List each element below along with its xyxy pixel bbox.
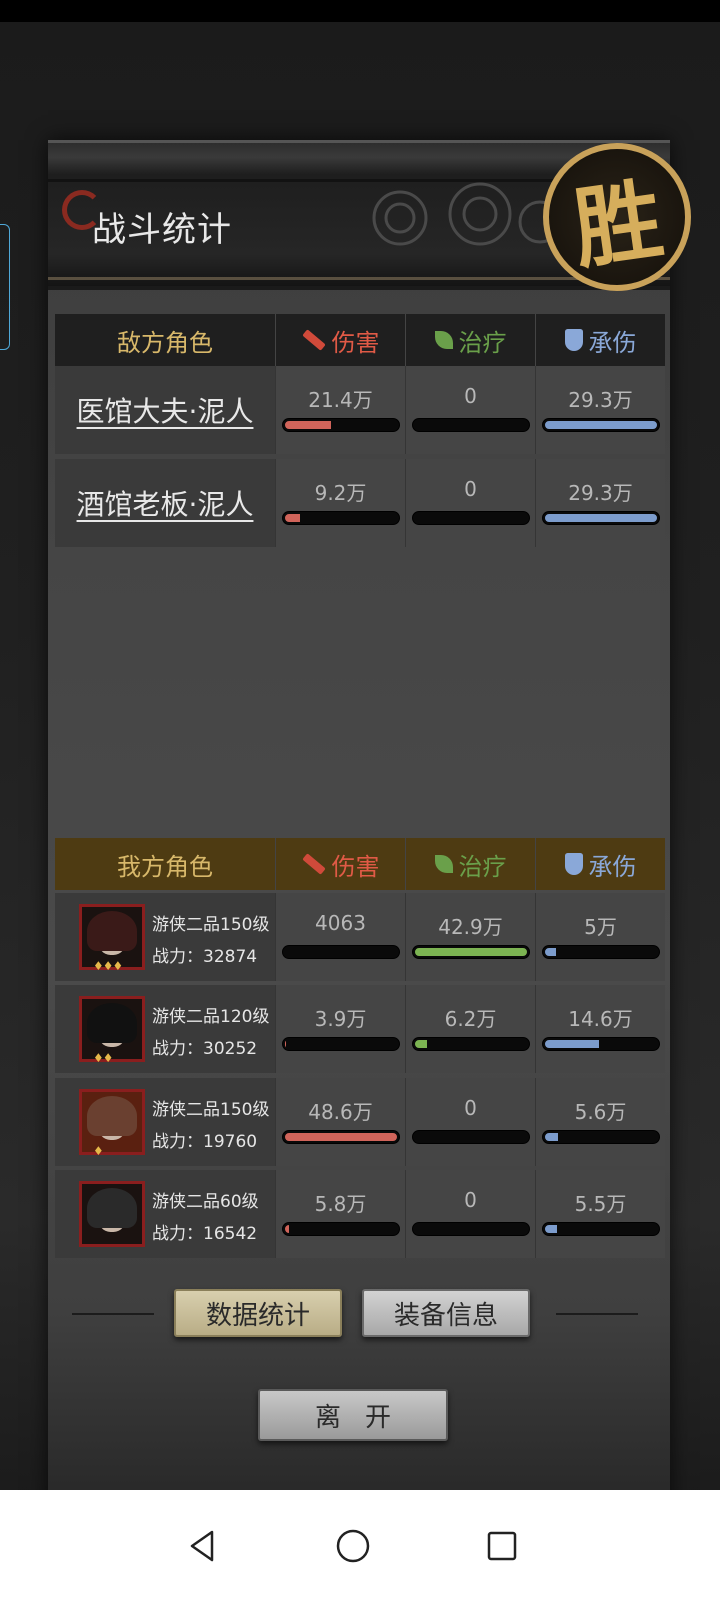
table-row[interactable]: 游侠二品60级 战力：16542 5.8万 0 5.5万	[55, 1170, 665, 1258]
heal-value: 0	[464, 1096, 477, 1120]
taken-value: 29.3万	[568, 388, 633, 412]
data-stats-button[interactable]: 数据统计	[174, 1289, 342, 1337]
damage-value: 4063	[315, 911, 366, 935]
taken-value: 5.5万	[574, 1192, 627, 1216]
leave-button[interactable]: 离开	[258, 1389, 448, 1441]
back-icon[interactable]	[182, 1526, 222, 1566]
taken-column-header: 承伤	[535, 838, 665, 890]
taken-bar	[542, 511, 660, 525]
damage-value: 21.4万	[308, 388, 373, 412]
character-power: 战力：16542	[152, 1224, 258, 1244]
divider-right	[556, 1313, 638, 1315]
damage-value: 48.6万	[308, 1100, 373, 1124]
shield-icon	[564, 329, 583, 351]
damage-value: 5.8万	[314, 1192, 367, 1216]
rank-stars: ♦♦	[93, 1051, 113, 1065]
recent-apps-icon[interactable]	[482, 1526, 522, 1566]
table-row[interactable]: ♦♦ 游侠二品120级 战力：30252 3.9万 6.2万 14.6万	[55, 985, 665, 1073]
enemy-name-link[interactable]: 医馆大夫·泥人	[77, 390, 254, 430]
character-rank: 游侠二品120级	[152, 1007, 270, 1027]
table-row: 医馆大夫·泥人 21.4万 0 29.3万	[55, 366, 665, 454]
damage-bar	[282, 1130, 400, 1144]
taken-value: 14.6万	[568, 1007, 633, 1031]
heal-bar	[412, 945, 530, 959]
heal-bar	[412, 418, 530, 432]
character-power: 战力：30252	[152, 1039, 258, 1059]
taken-bar	[542, 1037, 660, 1051]
enemy-name-link[interactable]: 酒馆老板·泥人	[77, 483, 254, 523]
heal-column-header: 治疗	[405, 314, 535, 366]
taken-bar	[542, 945, 660, 959]
rank-stars: ♦♦♦	[93, 959, 123, 973]
enemy-table-header: 敌方角色 伤害 治疗 承伤	[55, 314, 665, 366]
taken-value: 5.6万	[574, 1100, 627, 1124]
divider-left	[72, 1313, 154, 1315]
side-tab[interactable]	[0, 224, 10, 350]
character-power: 战力：32874	[152, 947, 258, 967]
table-row[interactable]: ♦♦♦ 游侠二品150级 战力：32874 4063 42.9万 5万	[55, 893, 665, 981]
enemy-header-label: 敌方角色	[117, 328, 213, 357]
leaf-icon	[434, 331, 453, 349]
heal-value: 0	[464, 384, 477, 408]
cloud-ornament	[372, 182, 560, 246]
home-icon[interactable]	[333, 1526, 373, 1566]
damage-bar	[282, 945, 400, 959]
shield-icon	[564, 853, 583, 875]
character-rank: 游侠二品60级	[152, 1192, 259, 1212]
heal-bar	[412, 1222, 530, 1236]
victory-glyph: 胜	[567, 165, 669, 282]
status-bar	[0, 0, 720, 22]
taken-value: 5万	[584, 915, 617, 939]
taken-bar	[542, 1222, 660, 1236]
ally-table-header: 我方角色 伤害 治疗 承伤	[55, 838, 665, 890]
sword-icon	[301, 329, 326, 351]
heal-bar	[412, 1130, 530, 1144]
taken-bar	[542, 1130, 660, 1144]
taken-value: 29.3万	[568, 481, 633, 505]
heal-bar	[412, 1037, 530, 1051]
heal-value: 0	[464, 1188, 477, 1212]
leaf-icon	[434, 855, 453, 873]
rank-stars: ♦	[93, 1144, 104, 1158]
damage-value: 9.2万	[314, 481, 367, 505]
damage-column-header: 伤害	[275, 838, 405, 890]
heal-value: 6.2万	[444, 1007, 497, 1031]
sword-icon	[301, 853, 326, 875]
damage-value: 3.9万	[314, 1007, 367, 1031]
heal-column-header: 治疗	[405, 838, 535, 890]
character-power: 战力：19760	[152, 1132, 258, 1152]
taken-bar	[542, 418, 660, 432]
heal-value: 0	[464, 477, 477, 501]
damage-bar	[282, 418, 400, 432]
heal-bar	[412, 511, 530, 525]
victory-badge: 胜	[543, 143, 691, 291]
equipment-info-button[interactable]: 装备信息	[362, 1289, 530, 1337]
heal-value: 42.9万	[438, 915, 503, 939]
damage-bar	[282, 1037, 400, 1051]
table-row[interactable]: ♦ 游侠二品150级 战力：19760 48.6万 0 5.6万	[55, 1078, 665, 1166]
ally-header-label: 我方角色	[117, 852, 213, 881]
character-rank: 游侠二品150级	[152, 1100, 270, 1120]
damage-column-header: 伤害	[275, 314, 405, 366]
table-row: 酒馆老板·泥人 9.2万 0 29.3万	[55, 459, 665, 547]
panel-title: 战斗统计	[92, 210, 232, 250]
character-rank: 游侠二品150级	[152, 915, 270, 935]
damage-bar	[282, 1222, 400, 1236]
character-avatar[interactable]	[79, 1181, 145, 1247]
damage-bar	[282, 511, 400, 525]
character-avatar[interactable]	[79, 1089, 145, 1155]
system-nav-bar	[0, 1490, 720, 1600]
taken-column-header: 承伤	[535, 314, 665, 366]
